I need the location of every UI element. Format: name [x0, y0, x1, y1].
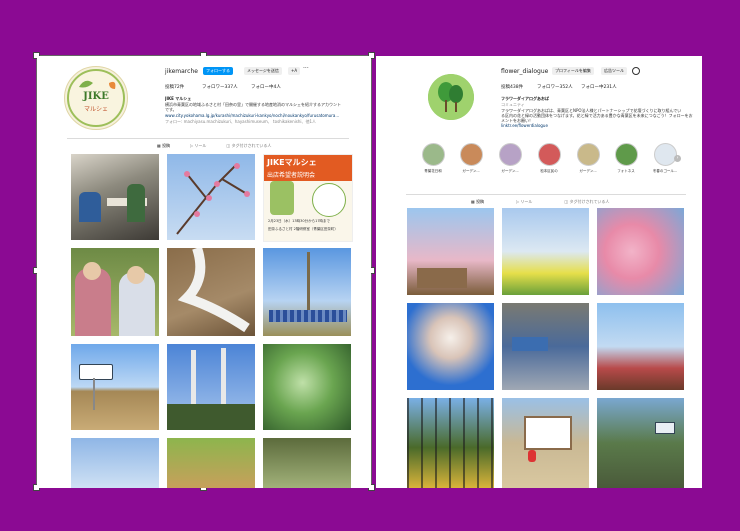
post-thumbnail[interactable]: [263, 438, 351, 488]
bio-link[interactable]: linktr.ee/flowerdialogue: [501, 123, 548, 128]
avatar-logo-subtext: マルシェ: [83, 106, 108, 113]
post-thumbnail[interactable]: [167, 344, 255, 430]
tab-reels[interactable]: ▷ リール: [516, 199, 532, 205]
post-thumbnail[interactable]: [407, 303, 494, 390]
post-thumbnail[interactable]: [597, 303, 684, 390]
profile-avatar[interactable]: [428, 74, 474, 120]
highlight-cover: [576, 143, 600, 166]
story-highlight[interactable]: フォトネス: [609, 143, 643, 174]
poster-subtitle: 出店希望者説明会: [264, 170, 352, 181]
post-thumbnail[interactable]: [71, 154, 159, 240]
posts-count: 投稿72件: [165, 85, 185, 90]
post-thumbnail[interactable]: [407, 208, 494, 295]
plum-blossom-icon: [176, 163, 250, 235]
highlight-cover: [537, 143, 561, 166]
followers-count[interactable]: フォロワー352人: [537, 84, 573, 90]
tab-posts[interactable]: ▦ 投稿: [157, 143, 170, 149]
following-count[interactable]: フォロー中231人: [581, 84, 617, 90]
profile-tabs: ▦ 投稿 ▷ リール ◫ タグ付けされている人: [157, 143, 271, 149]
story-highlight[interactable]: 青葉花日和: [416, 143, 450, 174]
story-highlight[interactable]: ガーデン...: [454, 143, 488, 174]
story-highlight[interactable]: 松本区民の: [532, 143, 566, 174]
tab-tagged[interactable]: ◫ タグ付けされている人: [226, 143, 271, 149]
highlight-cover: [653, 143, 677, 166]
post-thumbnail[interactable]: [263, 344, 351, 430]
post-thumbnail[interactable]: [502, 303, 589, 390]
highlight-cover: [459, 143, 483, 166]
right-profile-screenshot[interactable]: flower_dialogue プロフィールを編集 広告ツール 投稿438件 フ…: [376, 56, 702, 488]
profile-avatar[interactable]: JIKE マルシェ: [64, 66, 128, 130]
posts-count: 投稿438件: [501, 85, 524, 90]
highlight-cover: [498, 143, 522, 166]
tabs-divider: [406, 194, 686, 195]
tab-tagged[interactable]: ◫ タグ付けされている人: [564, 199, 609, 205]
following-count[interactable]: フォロー中4人: [251, 84, 281, 90]
tree-logo-icon: [428, 74, 474, 120]
highlight-cover: [421, 143, 445, 166]
story-highlight[interactable]: ガーデン...: [571, 143, 605, 174]
settings-gear-icon[interactable]: [632, 67, 640, 75]
poster-date: 2月23日（水）13時30分から17時まで: [268, 219, 331, 223]
poster-detail: 田奈ふるさと村 2階研修室（青葉区田奈町）: [268, 227, 338, 231]
profile-tabs: ▦ 投稿 ▷ リール ◫ タグ付けされている人: [471, 199, 609, 205]
post-thumbnail[interactable]: [502, 398, 589, 488]
more-options-icon[interactable]: ···: [303, 65, 309, 72]
username[interactable]: jikemarche: [165, 68, 198, 75]
bio-link[interactable]: www.city.yokohama.lg.jp/kurashi/machizuk…: [165, 113, 365, 118]
post-thumbnail[interactable]: [502, 208, 589, 295]
story-highlight[interactable]: ガーデン...: [493, 143, 527, 174]
edit-profile-button[interactable]: プロフィールを編集: [552, 67, 594, 75]
post-thumbnail[interactable]: [167, 248, 255, 336]
post-thumbnail[interactable]: [407, 398, 494, 488]
chevron-right-icon[interactable]: ›: [674, 155, 681, 162]
username[interactable]: flower_dialogue: [501, 68, 548, 75]
tab-posts[interactable]: ▦ 投稿: [471, 199, 484, 205]
followers-count[interactable]: フォロワー337人: [202, 84, 238, 90]
add-user-button[interactable]: +A: [288, 67, 301, 75]
left-profile-screenshot[interactable]: JIKE マルシェ jikemarche フォローする メッセージを送信 +A …: [37, 56, 371, 488]
post-thumbnail[interactable]: [167, 154, 255, 240]
poster-title: JIKEマルシェ: [264, 155, 352, 170]
post-thumbnail[interactable]: [597, 208, 684, 295]
post-thumbnail[interactable]: [263, 248, 351, 336]
post-thumbnail[interactable]: [71, 248, 159, 336]
post-thumbnail[interactable]: [71, 438, 159, 488]
event-poster-thumbnail[interactable]: JIKEマルシェ 出店希望者説明会 2月23日（水）13時30分から17時まで …: [263, 154, 353, 242]
post-thumbnail[interactable]: [597, 398, 684, 488]
frost-field-icon: [177, 248, 250, 333]
message-button[interactable]: メッセージを送信: [244, 67, 282, 75]
post-thumbnail[interactable]: [71, 344, 159, 430]
tab-reels[interactable]: ▷ リール: [190, 143, 206, 149]
avatar-logo-text: JIKE: [83, 91, 109, 102]
post-thumbnail[interactable]: [167, 438, 255, 488]
ad-tools-button[interactable]: 広告ツール: [601, 67, 627, 75]
followed-by[interactable]: フォロー: machiyasu.machizukuri、hayashimuseu…: [165, 119, 365, 125]
tabs-divider: [67, 138, 349, 139]
follow-button[interactable]: フォローする: [203, 67, 233, 75]
highlight-cover: [614, 143, 638, 166]
